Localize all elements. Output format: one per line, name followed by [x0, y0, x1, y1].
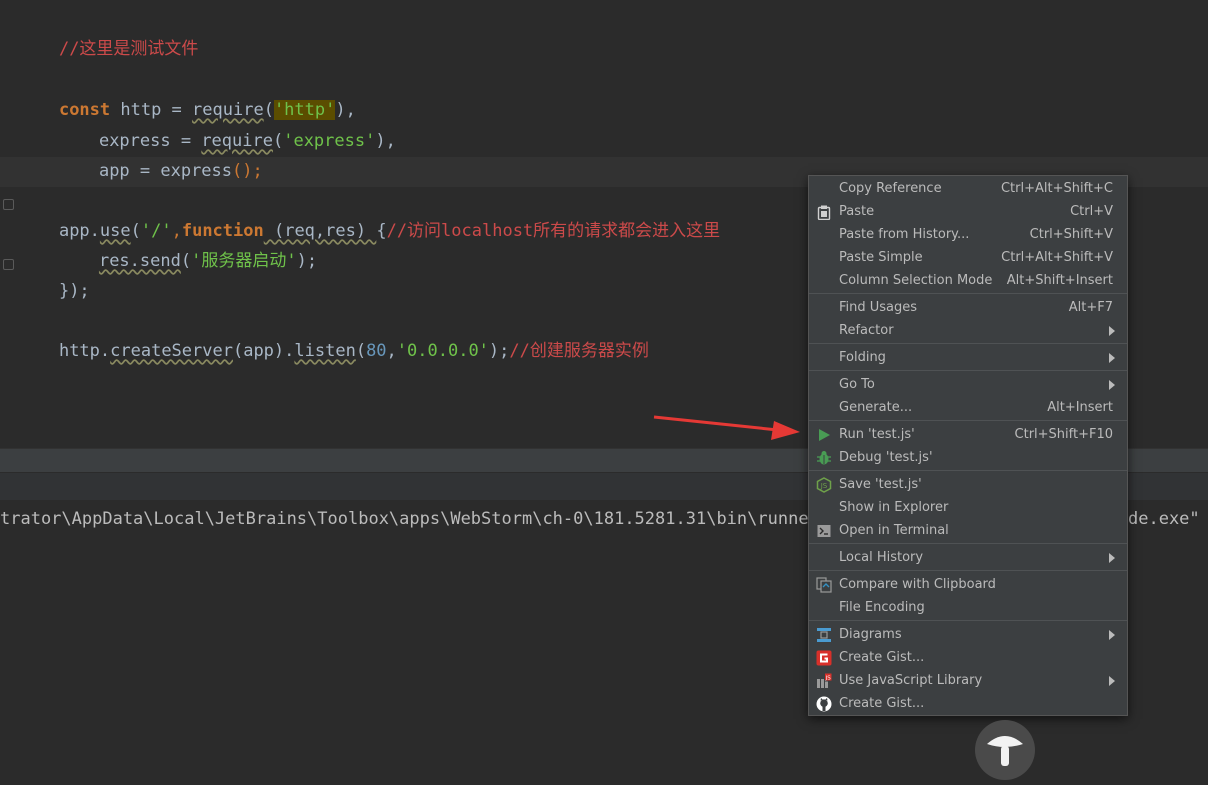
context-menu: Copy Reference Ctrl+Alt+Shift+C Paste Ct…: [808, 175, 1128, 716]
watermark-logo: [975, 718, 1208, 785]
fold-toggle-icon[interactable]: [3, 199, 14, 210]
args: (app).: [232, 341, 295, 361]
menu-separator: [809, 420, 1127, 421]
watermark-mushroom-icon: [975, 720, 1035, 780]
menu-item-copy-reference[interactable]: Copy Reference Ctrl+Alt+Shift+C: [809, 177, 1127, 200]
console-output-line: trator\AppData\Local\JetBrains\Toolbox\a…: [0, 509, 830, 529]
menu-item-go-to[interactable]: Go To: [809, 373, 1127, 396]
menu-item-save[interactable]: JS Save 'test.js': [809, 473, 1127, 496]
number-literal: 80: [366, 341, 387, 361]
paren: );: [296, 251, 318, 271]
identifier: http.: [58, 341, 111, 361]
menu-item-file-encoding[interactable]: File Encoding: [809, 596, 1127, 619]
svg-text:JS: JS: [820, 482, 828, 490]
comma: ,: [386, 341, 397, 361]
menu-item-create-gist-1[interactable]: Create Gist...: [809, 646, 1127, 669]
comment: //访问localhost所有的请求都会进入这里: [386, 221, 721, 241]
submenu-arrow-icon: [1109, 326, 1115, 336]
debug-icon: [816, 450, 832, 466]
string-literal: '0.0.0.0': [396, 341, 489, 361]
code-line-8[interactable]: res.send('服务器启动');: [18, 222, 317, 271]
annotation-arrow: [653, 415, 800, 440]
paren: );: [488, 341, 510, 361]
menu-item-folding[interactable]: Folding: [809, 346, 1127, 369]
menu-item-column-selection-mode[interactable]: Column Selection Mode Alt+Shift+Insert: [809, 269, 1127, 292]
submenu-arrow-icon: [1109, 380, 1115, 390]
string-literal: '服务器启动': [191, 251, 297, 271]
submenu-arrow-icon: [1109, 353, 1115, 363]
code-line-3[interactable]: const http = require('http'),: [18, 71, 356, 120]
gist-red-icon: [816, 650, 832, 666]
code-line-5[interactable]: app = express();: [18, 132, 263, 181]
function-call: createServer: [110, 341, 233, 361]
github-icon: [816, 696, 832, 712]
menu-separator: [809, 470, 1127, 471]
code-line-11[interactable]: http.createServer(app).listen(80,'0.0.0.…: [18, 312, 649, 361]
js-library-icon: JS: [816, 673, 832, 689]
fold-toggle-icon[interactable]: [3, 259, 14, 270]
identifier: app = express: [98, 161, 233, 181]
function-call: listen: [294, 341, 356, 361]
menu-separator: [809, 293, 1127, 294]
brace: {: [376, 221, 387, 241]
menu-item-generate[interactable]: Generate... Alt+Insert: [809, 396, 1127, 419]
paren: ),: [375, 131, 396, 151]
paren: (: [355, 341, 367, 361]
menu-item-diagrams[interactable]: Diagrams: [809, 623, 1127, 646]
diagram-icon: [816, 627, 832, 643]
menu-item-paste[interactable]: Paste Ctrl+V: [809, 200, 1127, 223]
menu-separator: [809, 343, 1127, 344]
code-line-9[interactable]: });: [18, 252, 90, 301]
run-icon: [816, 427, 832, 443]
code-line-1[interactable]: //这里是测试文件: [18, 10, 198, 59]
menu-item-debug[interactable]: Debug 'test.js': [809, 446, 1127, 469]
submenu-arrow-icon: [1109, 553, 1115, 563]
menu-separator: [809, 570, 1127, 571]
menu-item-refactor[interactable]: Refactor: [809, 319, 1127, 342]
string-literal: 'express': [283, 131, 376, 151]
identifier: res.send: [98, 251, 181, 271]
console-output-tail: de.exe": [1128, 509, 1208, 529]
menu-item-compare-with-clipboard[interactable]: Compare with Clipboard: [809, 573, 1127, 596]
submenu-arrow-icon: [1109, 676, 1115, 686]
comment: //创建服务器实例: [509, 341, 649, 361]
menu-separator: [809, 543, 1127, 544]
code-line-4[interactable]: express = require('express'),: [18, 102, 396, 151]
nodejs-icon: JS: [816, 477, 832, 493]
menu-separator: [809, 620, 1127, 621]
menu-item-paste-simple[interactable]: Paste Simple Ctrl+Alt+Shift+V: [809, 246, 1127, 269]
menu-item-find-usages[interactable]: Find Usages Alt+F7: [809, 296, 1127, 319]
menu-item-paste-from-history[interactable]: Paste from History... Ctrl+Shift+V: [809, 223, 1127, 246]
menu-item-open-in-terminal[interactable]: Open in Terminal: [809, 519, 1127, 542]
menu-item-local-history[interactable]: Local History: [809, 546, 1127, 569]
clipboard-icon: [816, 204, 832, 220]
compare-icon: [816, 577, 832, 593]
paren: ();: [232, 161, 263, 181]
submenu-arrow-icon: [1109, 630, 1115, 640]
menu-item-create-gist-2[interactable]: Create Gist...: [809, 692, 1127, 715]
menu-item-use-javascript-library[interactable]: JS Use JavaScript Library: [809, 669, 1127, 692]
menu-item-show-in-explorer[interactable]: Show in Explorer: [809, 496, 1127, 519]
code-line-7[interactable]: app.use('/',function (req,res) {//访问loca…: [18, 192, 720, 241]
closing-brace: });: [58, 281, 90, 301]
comment: //这里是测试文件: [58, 39, 199, 59]
paren: (: [272, 131, 284, 151]
terminal-icon: [816, 523, 832, 539]
menu-separator: [809, 370, 1127, 371]
menu-item-run[interactable]: Run 'test.js' Ctrl+Shift+F10: [809, 423, 1127, 446]
svg-text:JS: JS: [825, 676, 832, 682]
paren: (: [180, 251, 192, 271]
